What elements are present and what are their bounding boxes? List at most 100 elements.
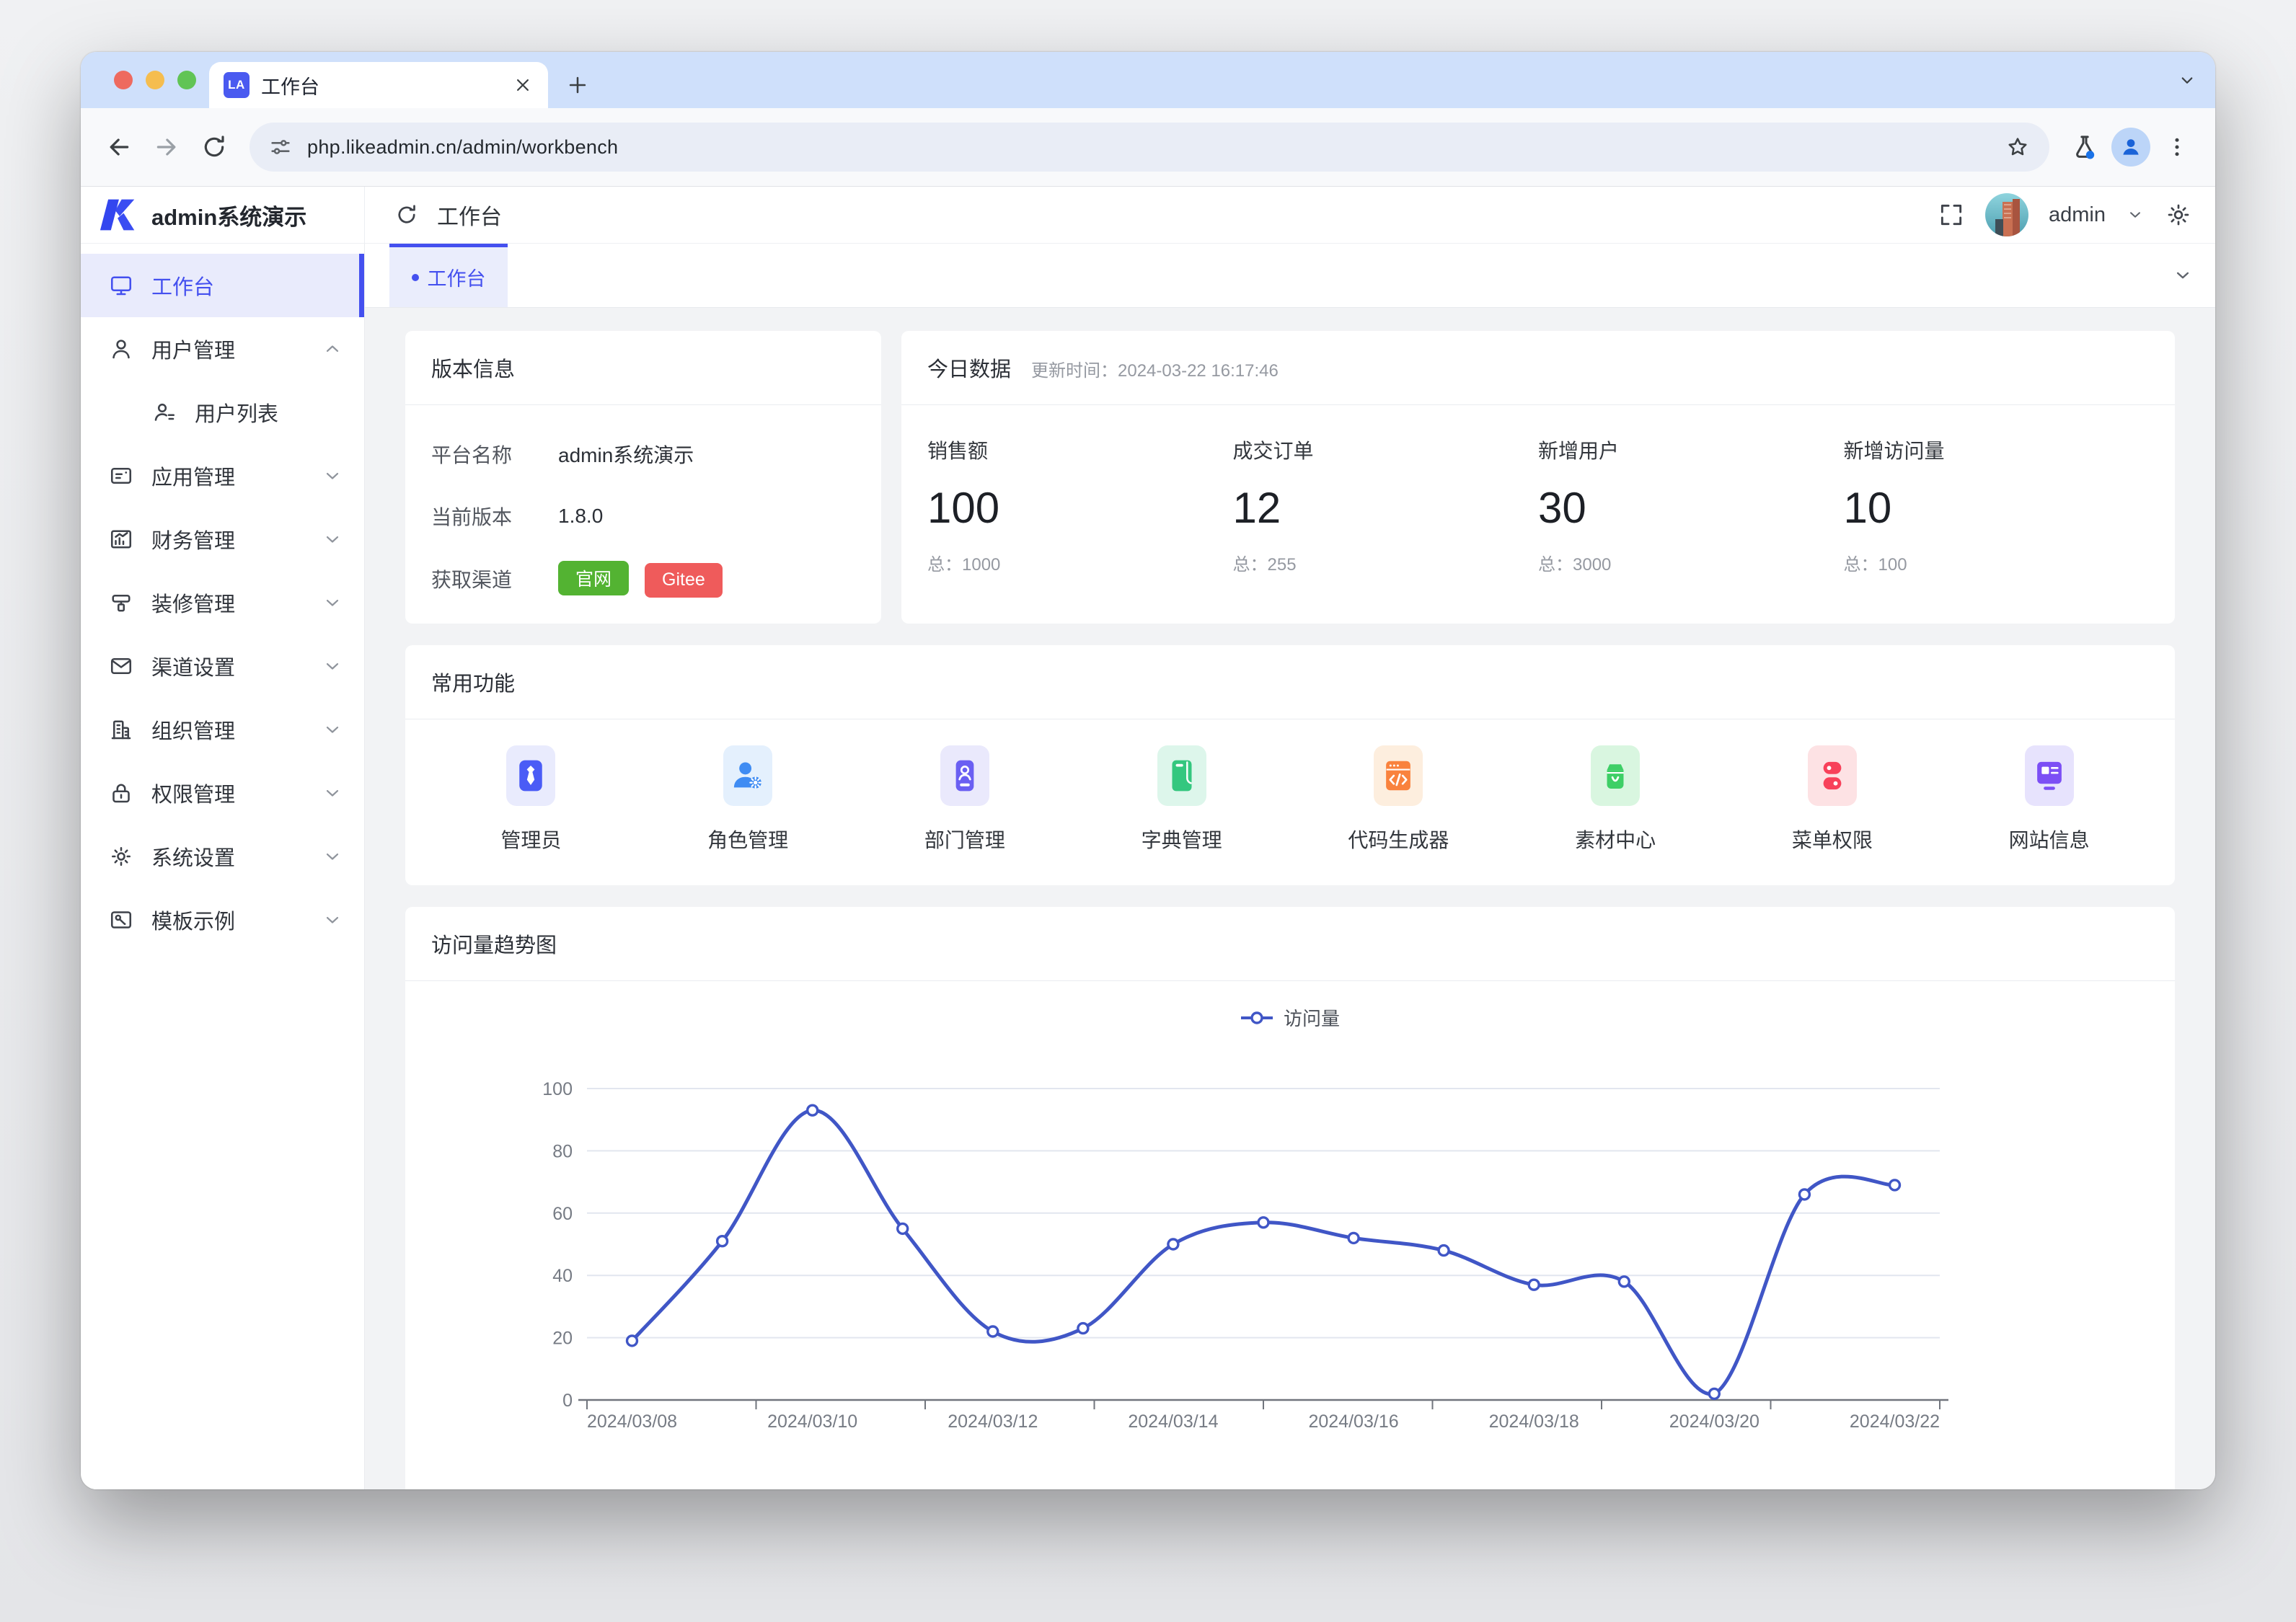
stat-label: 新增访问量: [1844, 435, 2150, 464]
feature-6[interactable]: 菜单权限: [1792, 745, 1873, 854]
svg-text:2024/03/18: 2024/03/18: [1489, 1412, 1579, 1432]
close-window-button[interactable]: [114, 71, 133, 89]
feature-4[interactable]: 代码生成器: [1348, 745, 1449, 854]
feature-2[interactable]: 部门管理: [924, 745, 1005, 854]
svg-text:60: 60: [552, 1204, 573, 1224]
svg-text:80: 80: [552, 1141, 573, 1161]
stat-label: 成交订单: [1233, 435, 1539, 464]
version-row-1: 当前版本 1.8.0: [431, 499, 855, 533]
sidebar-item-label: 用户管理: [151, 334, 305, 364]
refresh-icon[interactable]: [394, 202, 420, 228]
page-tab-label: 工作台: [428, 263, 486, 291]
stat-total: 总：255: [1233, 550, 1539, 575]
sidebar-item-6[interactable]: 渠道设置: [81, 634, 364, 698]
header-nav-title: 工作台: [437, 199, 502, 231]
browser-window: LA 工作台: [81, 52, 2215, 1489]
sidebar-item-9[interactable]: 系统设置: [81, 825, 364, 888]
feature-label: 菜单权限: [1792, 825, 1873, 854]
chart-card-title: 访问量趋势图: [431, 929, 557, 959]
feature-3[interactable]: 字典管理: [1142, 745, 1222, 854]
sidebar-item-7[interactable]: 组织管理: [81, 698, 364, 761]
header-actions: admin: [1938, 187, 2215, 243]
gear-icon[interactable]: [2165, 201, 2192, 229]
legend-series-label: 访问量: [1284, 1004, 1340, 1031]
today-card-header: 今日数据 更新时间：2024-03-22 16:17:46: [901, 331, 2175, 405]
common-functions-card: 常用功能 管理员 角色管理 部门管理 字典管理: [405, 645, 2175, 885]
browser-tab[interactable]: LA 工作台: [209, 62, 548, 108]
sidebar-item-3[interactable]: 应用管理: [81, 444, 364, 508]
username[interactable]: admin: [2049, 203, 2106, 227]
new-tab-plus-icon[interactable]: [565, 62, 590, 108]
experiments-flask-icon[interactable]: [2064, 126, 2106, 168]
feature-1[interactable]: 角色管理: [707, 745, 788, 854]
url-bar[interactable]: php.likeadmin.cn/admin/workbench: [250, 123, 2049, 172]
admin-tie-icon: [506, 745, 555, 806]
stat-value: 10: [1844, 483, 2150, 533]
tabs-chevron-down-icon[interactable]: [2172, 265, 2194, 286]
stat-0: 销售额 100 总：1000: [927, 435, 1233, 624]
stat-value: 12: [1233, 483, 1539, 533]
stat-3: 新增访问量 10 总：100: [1844, 435, 2150, 624]
stat-total: 总：1000: [927, 550, 1233, 575]
traffic-lights: [114, 52, 196, 108]
feature-7[interactable]: 网站信息: [2009, 745, 2090, 854]
finance-icon: [108, 526, 134, 552]
org-icon: [108, 717, 134, 743]
desktop-background: LA 工作台: [0, 0, 2296, 1622]
menu-dots-icon[interactable]: [2156, 126, 2198, 168]
svg-text:0: 0: [562, 1391, 573, 1411]
version-info-card: 版本信息 平台名称 admin系统演示 当前版本 1.8.0 获取渠道 官网Gi…: [405, 331, 881, 624]
brand: admin系统演示: [81, 187, 365, 243]
visits-trend-card: 访问量趋势图 访问量 0204060801002024/03/082024/03…: [405, 907, 2175, 1489]
stat-total: 总：3000: [1538, 550, 1844, 575]
today-card-title: 今日数据: [927, 353, 1011, 383]
fullscreen-icon[interactable]: [1938, 201, 1965, 229]
back-icon[interactable]: [98, 126, 140, 168]
url-text: php.likeadmin.cn/admin/workbench: [307, 136, 1990, 159]
tabstrip-chevron-down-icon[interactable]: [2176, 52, 2198, 108]
sidebar-item-10[interactable]: 模板示例: [81, 888, 364, 952]
sidebar-item-label: 系统设置: [151, 841, 305, 872]
feature-label: 网站信息: [2009, 825, 2090, 854]
user-list-icon: [151, 399, 177, 425]
reload-icon[interactable]: [193, 126, 235, 168]
page-tab-workbench[interactable]: 工作台: [389, 244, 508, 307]
avatar[interactable]: [1985, 193, 2028, 236]
svg-text:2024/03/22: 2024/03/22: [1850, 1412, 1940, 1432]
page-content: 版本信息 平台名称 admin系统演示 当前版本 1.8.0 获取渠道 官网Gi…: [365, 308, 2215, 1489]
features-card-header: 常用功能: [405, 645, 2175, 719]
version-row-0: 平台名称 admin系统演示: [431, 437, 855, 471]
menu-toggles-icon: [1808, 745, 1857, 806]
minimize-window-button[interactable]: [146, 71, 164, 89]
decorate-icon: [108, 590, 134, 616]
site-settings-icon[interactable]: [268, 135, 293, 159]
svg-text:20: 20: [552, 1329, 573, 1349]
feature-label: 部门管理: [924, 825, 1005, 854]
zoom-window-button[interactable]: [177, 71, 196, 89]
chevron-down-icon: [322, 910, 343, 930]
chart-card-header: 访问量趋势图: [405, 907, 2175, 981]
sidebar-item-2[interactable]: 用户列表: [81, 381, 364, 444]
stat-1: 成交订单 12 总：255: [1233, 435, 1539, 624]
channel-button-1[interactable]: Gitee: [645, 563, 723, 598]
browser-toolbar: php.likeadmin.cn/admin/workbench: [81, 108, 2215, 187]
sidebar-item-1[interactable]: 用户管理: [81, 317, 364, 381]
channel-button-0[interactable]: 官网: [558, 561, 629, 595]
feature-5[interactable]: 素材中心: [1575, 745, 1656, 854]
sidebar-item-4[interactable]: 财务管理: [81, 508, 364, 571]
visits-trend-chart: 0204060801002024/03/082024/03/102024/03/…: [405, 1031, 2175, 1489]
gear-icon: [108, 843, 134, 869]
profile-icon[interactable]: [2111, 128, 2150, 167]
bookmark-star-icon[interactable]: [2005, 134, 2031, 160]
sidebar-item-8[interactable]: 权限管理: [81, 761, 364, 825]
forward-icon[interactable]: [146, 126, 187, 168]
feature-label: 管理员: [500, 825, 561, 854]
chart-legend[interactable]: 访问量: [405, 1004, 2175, 1031]
svg-text:2024/03/08: 2024/03/08: [587, 1412, 677, 1432]
svg-text:2024/03/16: 2024/03/16: [1309, 1412, 1399, 1432]
sidebar-item-5[interactable]: 装修管理: [81, 571, 364, 634]
sidebar-item-0[interactable]: 工作台: [81, 254, 364, 317]
feature-0[interactable]: 管理员: [500, 745, 561, 854]
close-icon[interactable]: [512, 74, 534, 96]
chevron-down-icon[interactable]: [2126, 205, 2145, 224]
